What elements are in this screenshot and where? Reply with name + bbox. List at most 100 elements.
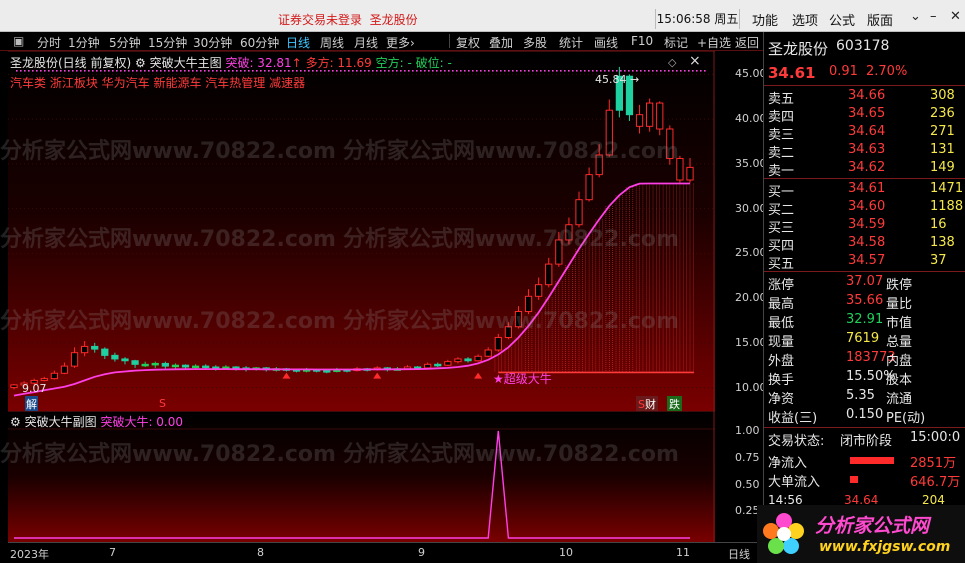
ask-row[interactable]: 卖二 34.63 131 (764, 142, 965, 161)
close-icon[interactable]: ✕ (950, 9, 961, 24)
menu-function[interactable]: 功能 (752, 10, 778, 29)
top-dot (516, 70, 518, 72)
unlock-tag[interactable]: 解 (25, 396, 38, 412)
indicator-gear-icon[interactable]: ⚙ (135, 56, 146, 70)
stat-row[interactable]: 外盘 183773 内盘 (764, 350, 965, 369)
sub-indicator-value: 突破大牛: 0.00 (100, 415, 184, 429)
candle-body (141, 363, 149, 367)
tool-mark[interactable]: 标记 (664, 34, 688, 51)
ask-row-cell: 卖五 (768, 92, 795, 107)
ask-row-cell: 131 (930, 142, 955, 157)
x-label-10: 10 (559, 546, 573, 559)
fall-tag[interactable]: 跌 (667, 396, 682, 412)
quote-stock-code: 603178 (836, 38, 890, 54)
stat-row[interactable]: 收益(三) 0.150 PE(动) (764, 407, 965, 426)
sub-chart[interactable]: ⚙ 突破大牛副图 突破大牛: 0.00 分析家公式网www.70822.com … (0, 410, 715, 542)
period-1min[interactable]: 1分钟 (68, 34, 100, 51)
period-30min[interactable]: 30分钟 (193, 34, 232, 51)
candlestick-chart[interactable] (8, 50, 715, 411)
stat-row[interactable]: 涨停 37.07 跌停 (764, 274, 965, 293)
sub-indicator-chart[interactable] (8, 410, 715, 542)
menu-formula[interactable]: 公式 (829, 10, 855, 29)
tool-add-watchlist[interactable]: +自选 (697, 34, 731, 51)
tool-overlay[interactable]: 叠加 (489, 34, 513, 51)
top-dot (452, 70, 454, 72)
bid-row-cell: 买一 (768, 185, 795, 200)
indicator-name[interactable]: 突破大牛主图 (150, 56, 222, 70)
y-tick-label: 15.00 (735, 335, 767, 349)
flower-logo-icon (763, 513, 804, 554)
stat-row[interactable]: 现量 7619 总量 (764, 331, 965, 350)
x-label-8: 8 (257, 546, 264, 559)
bid-row[interactable]: 买一 34.61 1471 (764, 181, 965, 200)
minimize-icon[interactable]: – (930, 9, 937, 24)
stat-row[interactable]: 最低 32.91 市值 (764, 312, 965, 331)
candle-body (444, 361, 452, 366)
x-label-period[interactable]: 日线 (728, 546, 750, 562)
period-5min[interactable]: 5分钟 (109, 34, 141, 51)
period-intraday[interactable]: 分时 (37, 34, 61, 51)
candle-body (686, 166, 694, 181)
close-chart-icon[interactable]: × (689, 53, 701, 69)
finance-tag[interactable]: S财 (636, 396, 658, 412)
candle-body (232, 366, 240, 369)
candle-body (454, 358, 462, 363)
ask-row[interactable]: 卖三 34.64 271 (764, 124, 965, 143)
top-dot (484, 70, 486, 72)
tool-adjust[interactable]: 复权 (456, 34, 480, 51)
candle-body (555, 239, 563, 265)
tool-multistock[interactable]: 多股 (523, 34, 547, 51)
candle-body (474, 355, 482, 362)
s-tag[interactable]: S (159, 397, 166, 410)
bid-row[interactable]: 买二 34.60 1188 (764, 199, 965, 218)
stat-row-cell: 市值 (886, 316, 913, 331)
top-dot (560, 70, 562, 72)
ask-row[interactable]: 卖五 34.66 308 (764, 88, 965, 107)
top-dot (544, 70, 546, 72)
period-daily[interactable]: 日线 (286, 34, 310, 51)
sub-gear-icon[interactable]: ⚙ (10, 415, 21, 429)
period-more[interactable]: 更多› (386, 34, 415, 51)
break-value: 破位: - (415, 56, 452, 70)
concept-tags[interactable]: 汽车类 浙江板块 华为汽车 新能源车 汽车热管理 减速器 (10, 74, 305, 91)
bid-row-cell: 买五 (768, 257, 795, 272)
ask-row[interactable]: 卖四 34.65 236 (764, 106, 965, 125)
tool-f10[interactable]: F10 (631, 34, 653, 48)
bid-row[interactable]: 买五 34.57 37 (764, 253, 965, 272)
sub-indicator-name[interactable]: 突破大牛副图 (25, 415, 97, 429)
top-dot (680, 70, 682, 72)
stat-row[interactable]: 净资 5.35 流通 (764, 388, 965, 407)
top-dot (676, 70, 678, 72)
top-dot (696, 70, 698, 72)
top-dot (700, 70, 702, 72)
stat-row[interactable]: 换手 15.50% 股本 (764, 369, 965, 388)
main-chart[interactable]: 圣龙股份(日线 前复权) ⚙ 突破大牛主图 突破: 32.81↑ 多方: 11.… (0, 50, 715, 412)
trading-state: 交易状态: 闭市阶段 15:00:0 (768, 430, 961, 449)
panel-toggle-icon[interactable]: ▣ (13, 34, 24, 48)
tool-draw[interactable]: 画线 (594, 34, 618, 51)
period-15min[interactable]: 15分钟 (148, 34, 187, 51)
period-monthly[interactable]: 月线 (354, 34, 378, 51)
candle-body (80, 345, 89, 354)
top-dot (576, 70, 578, 72)
chevron-down-icon[interactable]: ⌄ (910, 9, 921, 24)
candle-body (424, 363, 432, 369)
tool-back[interactable]: 返回 (735, 34, 759, 51)
bid-row[interactable]: 买三 34.59 16 (764, 217, 965, 236)
tool-stats[interactable]: 统计 (559, 34, 583, 51)
login-notice[interactable]: 证券交易未登录 圣龙股份 (278, 11, 418, 28)
chart-stock-name[interactable]: 圣龙股份(日线 前复权) (10, 56, 131, 70)
ask-row-cell: 236 (930, 106, 955, 121)
menu-layout[interactable]: 版面 (867, 10, 893, 29)
top-dot (588, 70, 590, 72)
bid-row[interactable]: 买四 34.58 138 (764, 235, 965, 254)
quote-panel: 圣龙股份 603178 34.61 0.91 2.70% 卖五 34.66 308 卖… (763, 32, 965, 563)
ask-row[interactable]: 卖一 34.62 149 (764, 160, 965, 179)
diamond-icon[interactable]: ◇ (668, 56, 676, 69)
stat-row[interactable]: 最高 35.66 量比 (764, 293, 965, 312)
candle-body (676, 158, 684, 181)
period-weekly[interactable]: 周线 (320, 34, 344, 51)
period-60min[interactable]: 60分钟 (240, 34, 279, 51)
last-price: 34.61 (768, 64, 816, 82)
menu-options[interactable]: 选项 (792, 10, 818, 29)
